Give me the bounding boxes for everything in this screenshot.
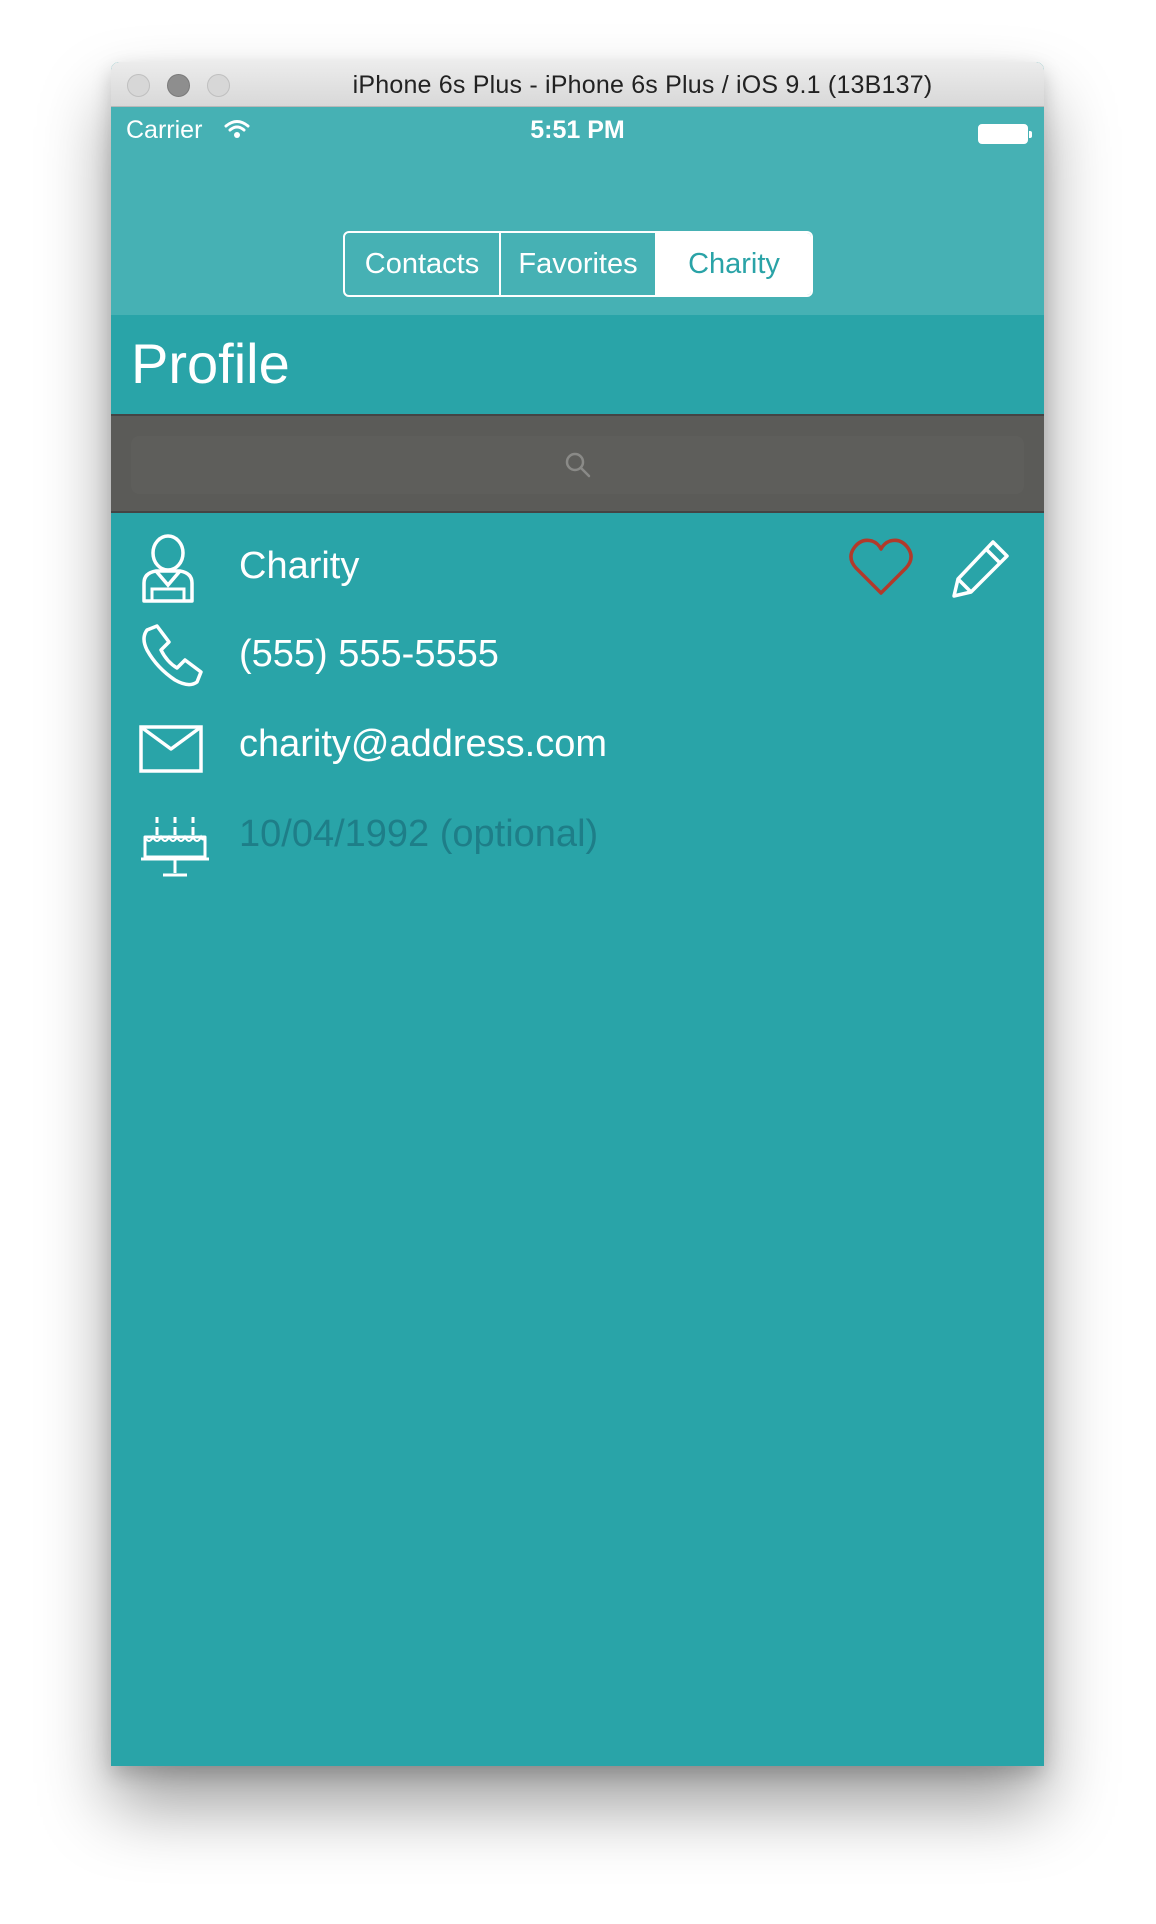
birthday-row: 10/04/1992 (optional) <box>111 803 1044 893</box>
minimize-window-button[interactable] <box>167 74 190 97</box>
status-bar: Carrier 5:51 PM <box>111 107 1044 157</box>
contact-phone: (555) 555-5555 <box>239 633 499 675</box>
page-title: Profile <box>131 332 290 395</box>
segment-charity[interactable]: Charity <box>657 233 811 295</box>
window-title: iPhone 6s Plus - iPhone 6s Plus / iOS 9.… <box>352 71 933 99</box>
title-bar: iPhone 6s Plus - iPhone 6s Plus / iOS 9.… <box>111 62 1044 107</box>
name-row: Charity <box>111 533 1044 623</box>
search-bar <box>111 414 1044 513</box>
cake-icon <box>139 815 211 884</box>
email-row: charity@address.com <box>111 713 1044 803</box>
segment-contacts[interactable]: Contacts <box>345 233 501 295</box>
status-time: 5:51 PM <box>530 116 625 144</box>
battery-icon <box>978 124 1032 144</box>
contact-name: Charity <box>239 545 360 587</box>
profile-header: Profile <box>111 315 1044 414</box>
navigation-bar: Contacts Favorites Charity <box>111 157 1044 315</box>
search-input[interactable] <box>131 436 1024 494</box>
person-icon <box>139 533 197 610</box>
birthday-field[interactable]: 10/04/1992 (optional) <box>239 813 598 856</box>
search-icon <box>563 450 593 485</box>
pencil-icon[interactable] <box>949 538 1011 605</box>
heart-icon[interactable] <box>848 537 914 602</box>
phone-icon <box>139 624 203 693</box>
segmented-control: Contacts Favorites Charity <box>343 231 813 297</box>
zoom-window-button[interactable] <box>207 74 230 97</box>
phone-row: (555) 555-5555 <box>111 624 1044 714</box>
profile-content: Charity (555) 555-5555 charity@address.c… <box>111 513 1044 1766</box>
close-window-button[interactable] <box>127 74 150 97</box>
envelope-icon <box>139 725 203 778</box>
contact-email: charity@address.com <box>239 723 608 765</box>
simulator-window: iPhone 6s Plus - iPhone 6s Plus / iOS 9.… <box>111 62 1044 1766</box>
segment-favorites[interactable]: Favorites <box>501 233 657 295</box>
